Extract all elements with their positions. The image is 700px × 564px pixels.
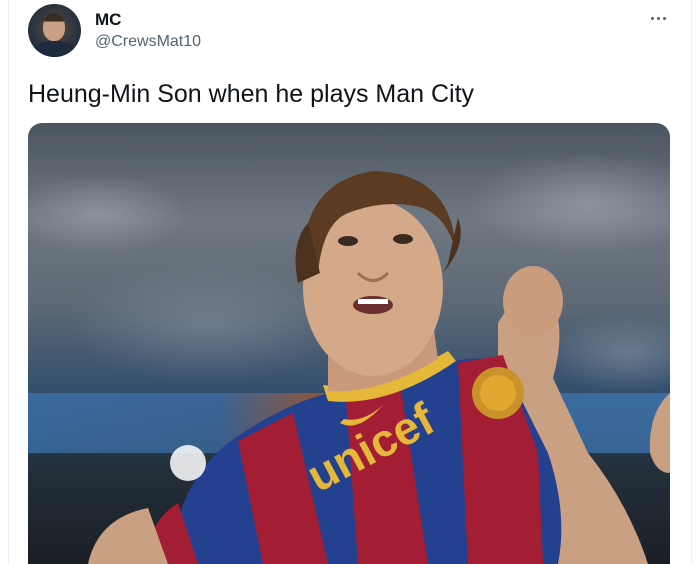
tweet-media-image[interactable]: unicef (28, 123, 670, 564)
frame-border-left (8, 0, 9, 564)
shirt-sponsor-text: unicef (298, 392, 443, 502)
avatar[interactable] (28, 4, 81, 57)
shirt-sponsor-logo: unicef (298, 392, 443, 502)
user-handle[interactable]: @CrewsMat10 (95, 33, 201, 51)
more-options-button[interactable] (646, 8, 670, 28)
frame-border-right (691, 0, 692, 564)
tweet-text: Heung-Min Son when he plays Man City (28, 80, 475, 108)
avatar-head (43, 13, 65, 41)
display-name[interactable]: MC (95, 10, 121, 30)
avatar-shoulders (32, 41, 77, 57)
more-horizontal-icon (650, 16, 666, 20)
tweet-card[interactable]: MC @CrewsMat10 Heung-Min Son when he pla… (28, 0, 670, 564)
